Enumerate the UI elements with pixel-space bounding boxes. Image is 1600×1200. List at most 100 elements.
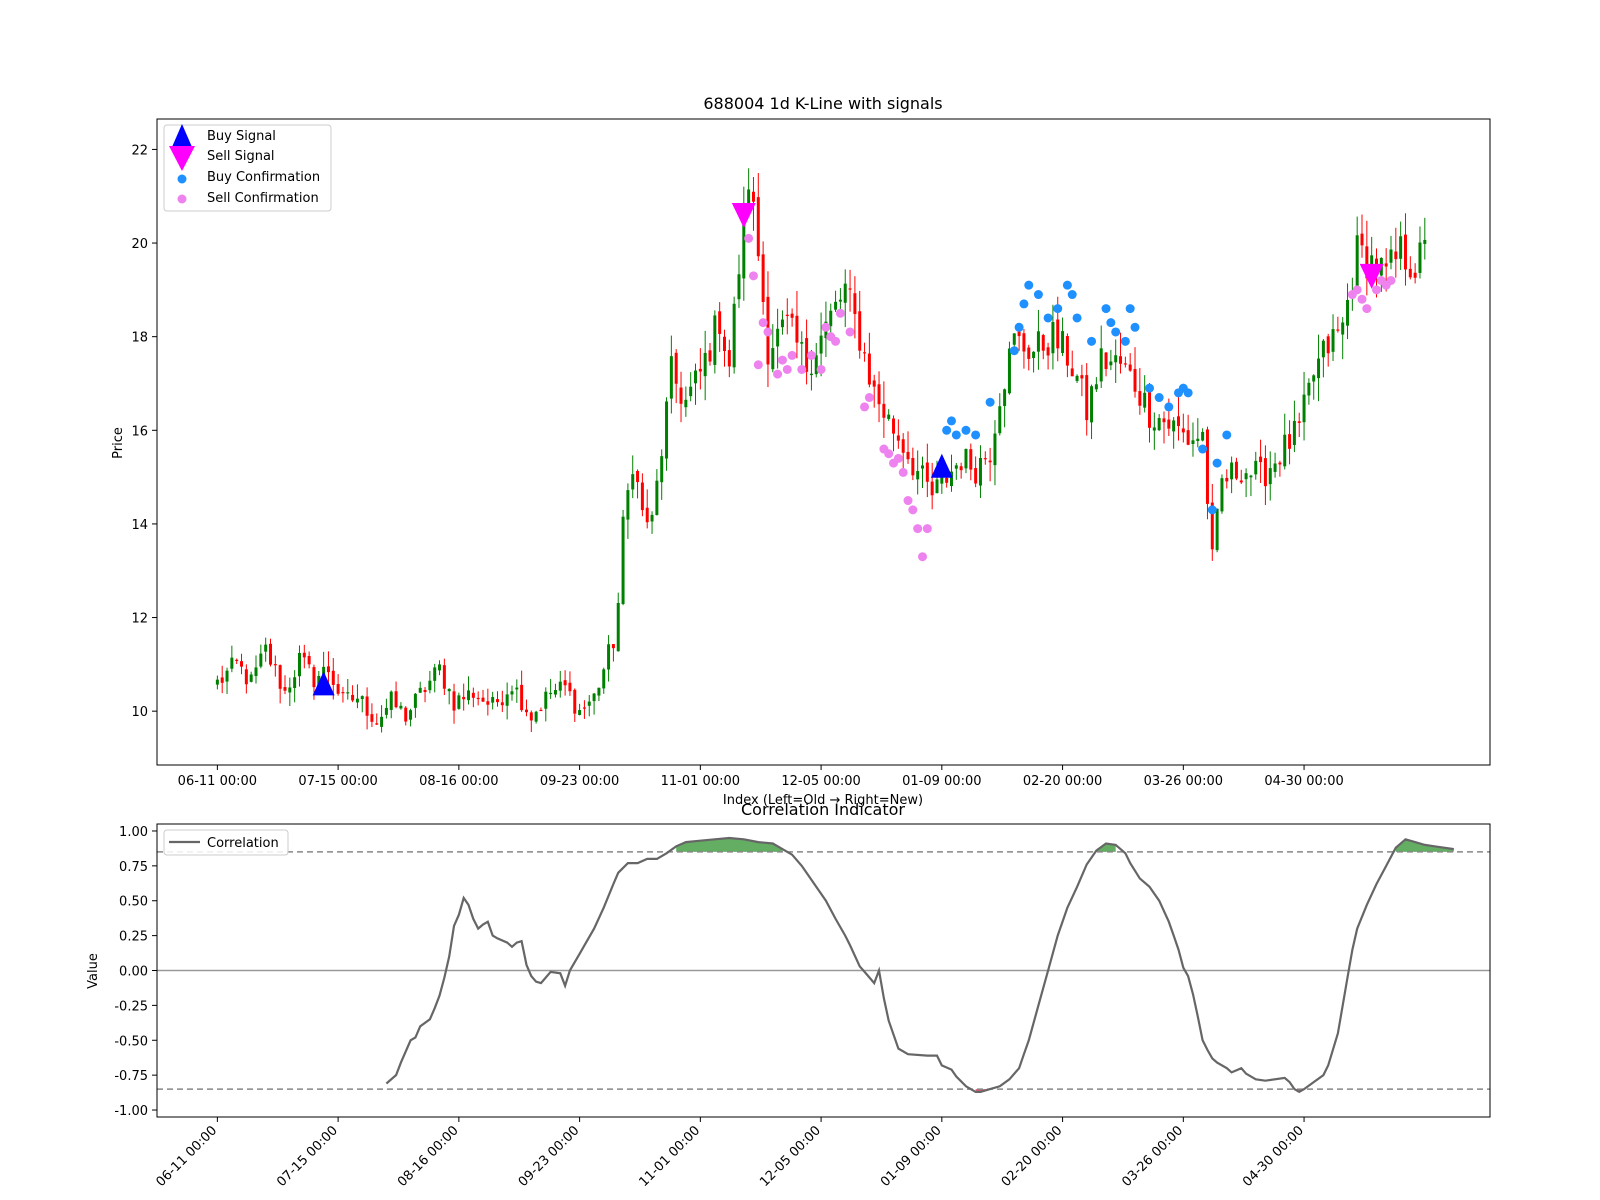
candle-body <box>684 399 688 408</box>
candle-body <box>380 716 384 727</box>
corr-xtick-label: 01-09 00:00 <box>878 1123 945 1190</box>
candle-body <box>278 665 282 689</box>
buy-confirmation-point <box>1009 346 1019 356</box>
candle-body <box>698 368 702 372</box>
candle-body <box>1012 333 1016 345</box>
candle-body <box>679 387 683 404</box>
kline-xtick-label: 04-30 00:00 <box>1264 774 1343 789</box>
candle-body <box>848 288 852 290</box>
corr-xtick-label: 11-01 00:00 <box>636 1123 703 1190</box>
corr-title: Correlation Indicator <box>741 800 905 819</box>
candle-body <box>1278 462 1282 465</box>
corr-xtick-label: 08-16 00:00 <box>395 1123 462 1190</box>
kline-xtick-label: 06-11 00:00 <box>178 774 257 789</box>
candle-body <box>544 691 548 709</box>
kline-ytick-label: 22 <box>131 143 148 158</box>
buy-confirmation-point <box>1164 402 1174 412</box>
candle-body <box>457 695 461 709</box>
candle-body <box>283 687 287 691</box>
kline-xtick-label: 01-09 00:00 <box>902 774 981 789</box>
sell-confirmation-point <box>773 369 783 379</box>
correlation-line <box>385 836 1454 1094</box>
candle-body <box>481 697 485 702</box>
candle-body <box>1394 251 1398 260</box>
candle-body <box>259 653 263 667</box>
candle-body <box>1104 352 1108 370</box>
buy-confirmation-point <box>1198 444 1208 454</box>
candle-body <box>1172 420 1176 432</box>
candle-body <box>394 691 398 708</box>
candle-body <box>539 709 543 712</box>
candle-body <box>771 348 775 370</box>
sell-confirmation-point <box>744 233 754 243</box>
candle-body <box>1263 458 1267 487</box>
corr-xtick-label: 02-20 00:00 <box>999 1123 1066 1190</box>
candle-body <box>592 693 596 702</box>
candle-body <box>1389 249 1393 263</box>
candle-body <box>776 328 780 347</box>
candle-body <box>1302 394 1306 423</box>
candle-body <box>524 709 528 713</box>
corr-ytick-label: -0.50 <box>114 1034 148 1049</box>
corr-xtick-label: 06-11 00:00 <box>153 1123 220 1190</box>
kline-ytick-label: 12 <box>131 612 148 627</box>
candle-body <box>220 677 224 683</box>
corr-x-axis: 06-11 00:00 07-15 00:00 08-16 00:00 09-23 0… <box>153 1117 1307 1190</box>
candle-body <box>1317 358 1321 379</box>
candle-body <box>563 680 567 686</box>
buy-confirmation-point <box>946 416 956 426</box>
candle-body <box>471 692 475 698</box>
candle-body <box>505 694 509 706</box>
candle-body <box>925 462 929 482</box>
candle-body <box>640 482 644 511</box>
candle-body <box>249 674 253 682</box>
candle-body <box>355 698 359 703</box>
candle-body <box>727 350 731 367</box>
candle-body <box>901 439 905 453</box>
kline-ytick-label: 18 <box>131 331 148 346</box>
candle-body <box>1297 421 1301 423</box>
buy-confirmation-point <box>1145 383 1155 393</box>
candle-body <box>1384 263 1388 267</box>
candle-body <box>1056 319 1060 349</box>
candle-body <box>428 680 432 691</box>
candle-body <box>215 679 219 685</box>
kline-xtick-label: 08-16 00:00 <box>419 774 498 789</box>
sell-confirmation-point <box>845 327 855 337</box>
sell-confirmation-point <box>1372 285 1382 295</box>
buy-confirmation-point <box>1014 322 1024 332</box>
sell-confirmation-point <box>806 350 816 360</box>
candle-body <box>834 301 838 310</box>
candle-body <box>375 723 379 725</box>
candle-body <box>1099 348 1103 382</box>
candle-body <box>1399 236 1403 259</box>
candle-body <box>1143 392 1147 408</box>
candle-body <box>602 669 606 689</box>
candle-body <box>230 657 234 669</box>
candle-body <box>954 465 958 469</box>
candle-body <box>1225 477 1229 482</box>
candle-body <box>785 314 789 317</box>
candle-body <box>452 691 456 711</box>
candle-body <box>631 474 635 490</box>
candle-body <box>273 664 277 666</box>
candle-body <box>510 691 514 695</box>
candle-body <box>326 666 330 673</box>
sell-confirmation-point <box>777 355 787 365</box>
buy-confirmation-point <box>1130 322 1140 332</box>
candle-body <box>1027 347 1031 359</box>
buy-confirmation-point <box>942 425 952 435</box>
sell-confirmation-point <box>884 449 894 459</box>
candle-body <box>737 274 741 300</box>
candle-body <box>269 643 272 665</box>
candle-body <box>351 694 355 701</box>
candle-body <box>384 707 388 715</box>
candle-body <box>689 386 693 397</box>
corr-legend: Correlation <box>163 829 289 856</box>
candle-body <box>573 689 577 714</box>
sell-confirmation-point <box>1352 285 1362 295</box>
candle-body <box>621 516 625 604</box>
candle-body <box>1273 463 1277 472</box>
candle-body <box>1196 438 1200 441</box>
candle-body <box>983 458 987 460</box>
